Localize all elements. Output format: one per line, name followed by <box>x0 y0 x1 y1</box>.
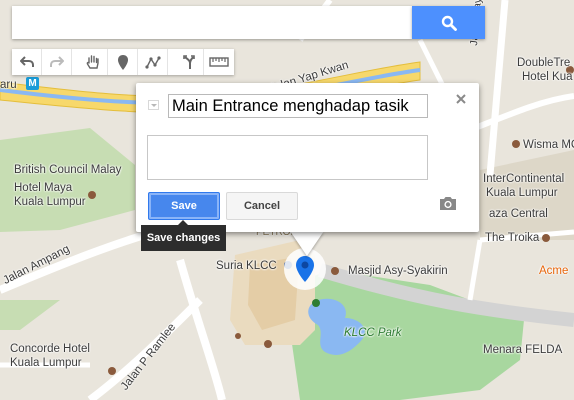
location-pin-icon <box>296 256 314 282</box>
info-window-tail <box>290 231 324 256</box>
redo-icon <box>49 56 64 67</box>
edit-feature-dialog: Save Cancel <box>136 83 479 232</box>
save-tooltip: Save changes <box>141 220 226 251</box>
map-label-acme: Acme <box>539 265 569 277</box>
search-icon <box>441 15 457 31</box>
pan-tool-button[interactable] <box>78 49 108 75</box>
map-label-doubletree-2: Hotel Kua <box>522 71 573 83</box>
search-input[interactable] <box>12 6 412 39</box>
draw-line-icon <box>144 56 161 69</box>
ruler-icon <box>209 57 229 67</box>
transit-station-icon: M <box>28 78 37 89</box>
directions-button[interactable] <box>174 49 204 75</box>
close-icon[interactable] <box>454 92 468 106</box>
hand-pan-icon <box>86 55 99 69</box>
camera-icon[interactable] <box>439 195 457 211</box>
map-label-suria-klcc: Suria KLCC <box>216 260 277 272</box>
style-dropdown-icon[interactable] <box>148 100 159 110</box>
map-label-doubletree-1: DoubleTre <box>517 57 571 69</box>
map-label-hotel-maya-1: Hotel Maya <box>14 182 73 194</box>
undo-button[interactable] <box>12 49 42 75</box>
map-label-intercontinental-2: Kuala Lumpur <box>486 187 558 199</box>
add-marker-icon <box>117 54 128 70</box>
map-label-wisma: Wisma MC <box>523 139 574 151</box>
save-button[interactable]: Save <box>148 192 220 220</box>
map-label-british-council: British Council Malay <box>14 164 122 176</box>
undo-icon <box>19 56 34 67</box>
feature-description-input[interactable] <box>147 135 428 180</box>
map-label-masjid: Masjid Asy-Syakirin <box>348 265 448 277</box>
map-toolbar <box>12 49 234 75</box>
map-label-aru: aru <box>0 79 17 91</box>
map-label-concorde-1: Concorde Hotel <box>10 343 90 355</box>
redo-button[interactable] <box>42 49 72 75</box>
draw-line-button[interactable] <box>138 49 168 75</box>
map-label-intercontinental-1: InterContinental <box>483 173 565 185</box>
map-label-hotel-maya-2: Kuala Lumpur <box>14 196 86 208</box>
map-label-plaza-central: aza Central <box>489 208 548 220</box>
map-label-the-troika: The Troika <box>485 232 540 244</box>
directions-icon <box>182 55 195 69</box>
map-label-klcc-park: KLCC Park <box>344 327 402 339</box>
feature-title-input[interactable] <box>168 94 428 118</box>
map-label-concorde-2: Kuala Lumpur <box>10 357 82 369</box>
map-label-menara-felda: Menara FELDA <box>483 344 563 356</box>
search-button[interactable] <box>412 6 485 39</box>
ruler-button[interactable] <box>204 49 234 75</box>
cancel-button[interactable]: Cancel <box>226 192 298 220</box>
add-marker-button[interactable] <box>108 49 138 75</box>
